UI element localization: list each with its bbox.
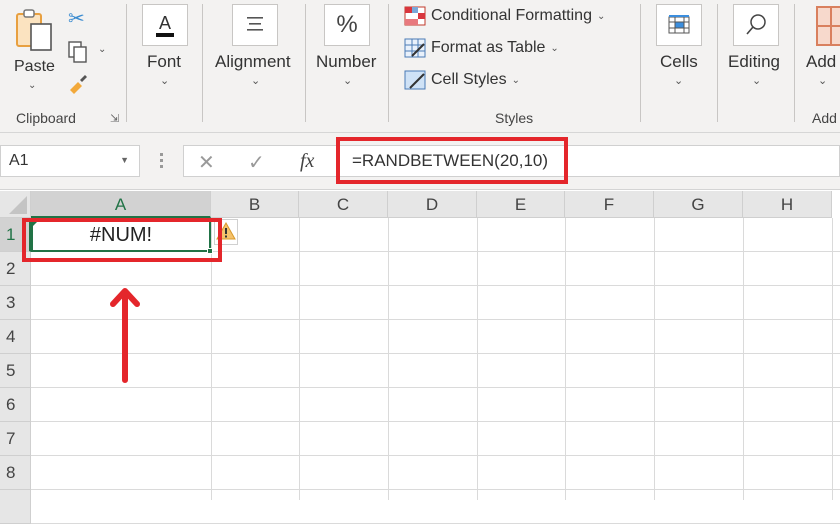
ribbon: Paste ⌄ ✂ ⌄ Clipboard ⇲ A Font ⌄ Alignme… [0,0,840,133]
conditional-formatting-button[interactable]: Conditional Formatting ⌄ [404,6,605,26]
paste-icon [16,9,52,51]
number-icon-box: % [324,4,370,46]
row-header-8[interactable]: 8 [0,456,31,490]
separator [794,4,795,122]
column-header-e[interactable]: E [477,191,565,218]
copy-icon[interactable] [66,40,90,64]
chevron-down-icon: ⌄ [160,75,170,87]
insert-function-icon[interactable]: fx [300,150,314,173]
gridline-vertical [565,218,566,500]
add-ins-group-label: Add [812,110,837,126]
paste-button[interactable]: Paste ⌄ [8,4,58,94]
chevron-down-icon: ⌄ [28,80,37,91]
row-header-5[interactable]: 5 [0,354,31,388]
separator [717,4,718,122]
format-painter-icon[interactable] [66,72,90,96]
add-ins-label: Add [806,52,837,71]
align-center-icon [247,17,263,31]
column-header-h[interactable]: H [743,191,832,218]
separator [202,4,203,122]
separator [305,4,306,122]
name-box-value: A1 [9,152,29,169]
font-icon-box: A [142,4,188,46]
percent-icon: % [336,11,358,38]
row-header-partial[interactable] [0,490,31,524]
clipboard-group-label: Clipboard [16,110,76,126]
select-all-button[interactable] [0,191,31,218]
gridline-horizontal [31,387,840,388]
chevron-down-icon: ⌄ [596,10,606,22]
gridline-vertical [299,218,300,500]
number-label: Number [316,52,377,71]
gridline-horizontal [31,455,840,456]
cut-icon[interactable]: ✂ [68,6,85,31]
gridline-horizontal [31,421,840,422]
gridline-vertical [654,218,655,500]
svg-text:A: A [159,13,171,33]
cell-styles-label: Cell Styles [431,71,507,88]
gridline-vertical [477,218,478,500]
gridline-horizontal [31,353,840,354]
formula-highlight-box [336,137,568,184]
cells-icon-box [656,4,702,46]
resize-handle[interactable] [160,153,163,169]
column-header-a[interactable]: A [31,191,211,218]
gridline-vertical [743,218,744,500]
alignment-label: Alignment [215,52,291,71]
cell-styles-button[interactable]: Cell Styles ⌄ [404,70,520,90]
cells-icon [668,15,690,34]
separator [388,4,389,122]
cell-highlight-box [22,218,222,262]
column-header-g[interactable]: G [654,191,743,218]
row-header-6[interactable]: 6 [0,388,31,422]
alignment-icon-box [232,4,278,46]
enter-icon[interactable]: ✓ [248,150,265,175]
chevron-down-icon: ⌄ [752,75,762,87]
styles-group-label: Styles [495,110,534,126]
cell-styles-icon [404,70,426,90]
dropdown-arrow-icon[interactable]: ▼ [120,155,129,165]
search-icon [746,14,766,35]
conditional-formatting-label: Conditional Formatting [431,7,592,24]
gridline-horizontal [31,285,840,286]
chevron-down-icon: ⌄ [674,75,684,87]
format-as-table-button[interactable]: Format as Table ⌄ [404,38,559,58]
row-header-4[interactable]: 4 [0,320,31,354]
font-color-icon: A [156,13,174,37]
separator [640,4,641,122]
column-header-d[interactable]: D [388,191,477,218]
name-box[interactable]: A1 ▼ [0,145,140,177]
add-ins-icon [816,6,840,46]
column-header-c[interactable]: C [299,191,388,218]
conditional-formatting-icon [404,6,426,26]
separator [126,4,127,122]
chevron-down-icon: ⌄ [251,75,261,87]
red-arrow-up-icon [110,288,140,383]
chevron-down-icon[interactable]: ⌄ [98,44,106,55]
chevron-down-icon: ⌄ [550,42,559,54]
editing-icon-box [733,4,779,46]
chevron-down-icon: ⌄ [511,74,520,86]
column-header-f[interactable]: F [565,191,654,218]
column-header-b[interactable]: B [211,191,299,218]
row-header-3[interactable]: 3 [0,286,31,320]
row-header-7[interactable]: 7 [0,422,31,456]
cells-label: Cells [660,52,698,71]
gridline-horizontal [31,319,840,320]
gridline-horizontal [31,489,840,490]
chevron-down-icon: ⌄ [818,75,828,87]
editing-label: Editing [728,52,780,71]
paste-label: Paste [14,58,55,75]
gridline-vertical [832,218,833,500]
format-as-table-label: Format as Table [431,39,546,56]
dialog-launcher-icon[interactable]: ⇲ [110,112,119,125]
cancel-icon[interactable]: ✕ [198,150,215,175]
format-as-table-icon [404,38,426,58]
font-label: Font [147,52,182,71]
chevron-down-icon: ⌄ [343,75,353,87]
gridline-vertical [388,218,389,500]
